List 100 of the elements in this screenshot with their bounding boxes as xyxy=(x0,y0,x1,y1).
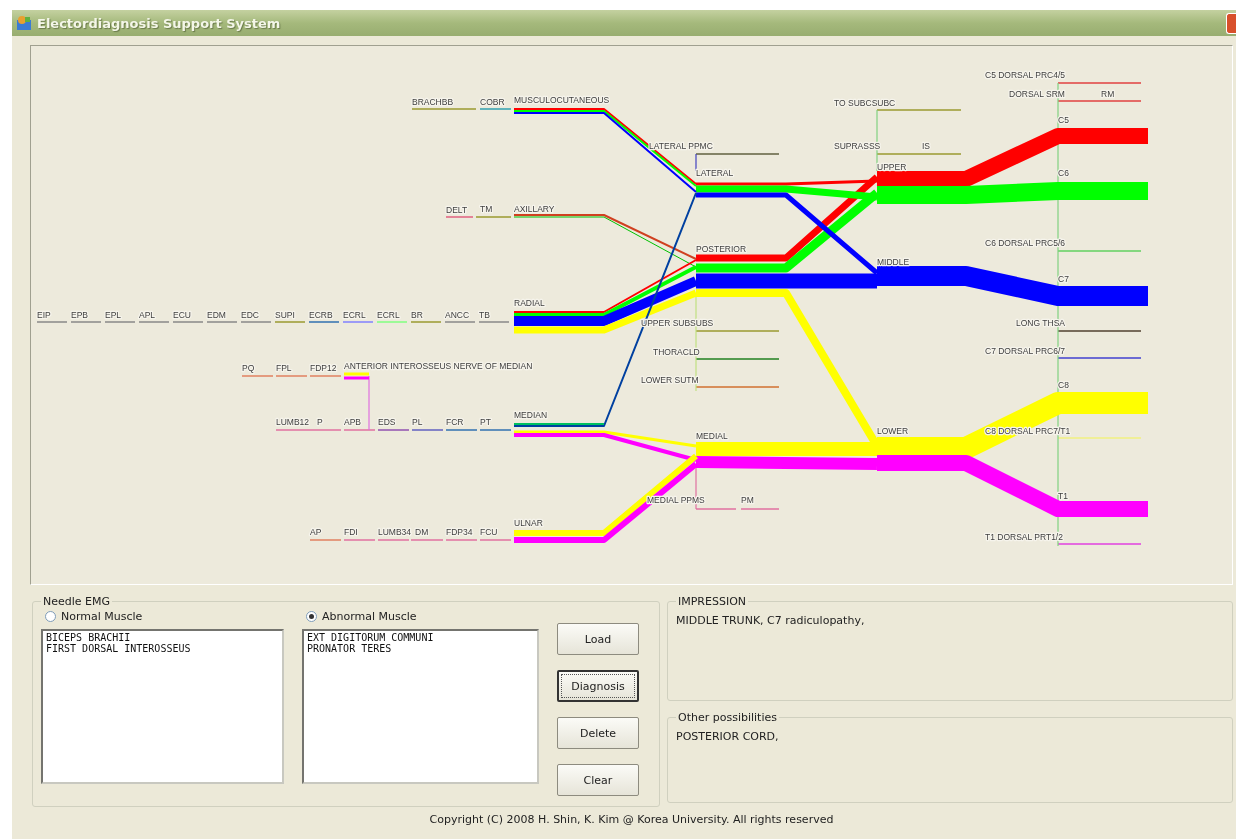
nerve-label: FCU xyxy=(480,527,498,537)
nerve-label: C5 xyxy=(1058,115,1069,125)
app-icon xyxy=(16,15,32,31)
nerve-label: MEDIAN xyxy=(514,410,548,420)
branch-line xyxy=(342,321,374,323)
branch-line xyxy=(172,321,204,323)
branch-line xyxy=(695,508,737,510)
nerve-label: EPL xyxy=(105,310,122,320)
branch-line xyxy=(478,321,510,323)
branch-line xyxy=(740,508,780,510)
other-possibilities-text: POSTERIOR CORD, xyxy=(676,729,780,743)
nerve-label: ULNAR xyxy=(514,518,543,528)
connector-line xyxy=(876,109,878,172)
nerve-label: COBR xyxy=(480,97,505,107)
nerve-label: EDS xyxy=(378,417,396,427)
action-button[interactable]: Delete xyxy=(557,717,639,749)
action-button[interactable]: Load xyxy=(557,623,639,655)
nerve-label: LOWER SUTM xyxy=(641,375,699,385)
nerve-label: MIDDLE xyxy=(877,257,910,267)
nerve-label: TB xyxy=(479,310,490,320)
connector-line xyxy=(368,375,370,431)
muscle-list[interactable]: EXT DIGITORUM COMMUNI PRONATOR TERES xyxy=(302,629,539,784)
nerve-label: IS xyxy=(922,141,931,151)
nerve-label: DELT xyxy=(446,205,468,215)
nerve-label: APL xyxy=(139,310,156,320)
nerve-label: LATERAL PPMC xyxy=(649,141,713,151)
nerve-label: PM xyxy=(741,495,754,505)
nerve-label: C5 DORSAL PRC4/5 xyxy=(985,70,1065,80)
window-title: Electordiagnosis Support System xyxy=(37,15,281,31)
nerve-label: ECRB xyxy=(309,310,333,320)
branch-line xyxy=(479,108,512,110)
radio-option[interactable]: Normal Muscle xyxy=(41,610,284,623)
nerve-label: APB xyxy=(344,417,361,427)
nerve-label: SUPI xyxy=(275,310,295,320)
impression-text: MIDDLE TRUNK, C7 radiculopathy, xyxy=(676,613,866,627)
branch-line xyxy=(104,321,136,323)
nerve-label: FDP12 xyxy=(310,363,337,373)
nerve-label: C6 xyxy=(1058,168,1069,178)
nerve-label: C7 xyxy=(1058,274,1069,284)
copyright-text: Copyright (C) 2008 H. Shin, K. Kim @ Korea University. All rights reserved xyxy=(428,813,835,826)
nerve-label: LOWER xyxy=(877,426,909,436)
nerve-label: PQ xyxy=(242,363,255,373)
nerve-label: ECRL xyxy=(377,310,400,320)
nerve-label: RM xyxy=(1101,89,1115,99)
nerve-label: UPPER xyxy=(877,162,907,172)
nerve-label: PT xyxy=(480,417,491,427)
nerve-label: C8 xyxy=(1058,380,1069,390)
nerve-label: EPB xyxy=(71,310,88,320)
branch-line xyxy=(274,321,306,323)
nerve-label: T1 DORSAL PRT1/2 xyxy=(985,532,1063,542)
nerve-label: FDI xyxy=(344,527,358,537)
nerve-label: SUPRASSS xyxy=(834,141,881,151)
nerve-label: AXILLARY xyxy=(514,204,555,214)
branch-line xyxy=(138,321,170,323)
nerve-label: T1 xyxy=(1058,491,1068,501)
nerve-label: RADIAL xyxy=(514,298,545,308)
branch-line xyxy=(444,321,476,323)
branch-line xyxy=(376,321,408,323)
branch-line xyxy=(36,321,68,323)
nerve-label: MUSCULOCUTANEOUS xyxy=(514,95,610,105)
radio-option[interactable]: Abnormal Muscle xyxy=(302,610,539,623)
muscle-list[interactable]: BICEPS BRACHII FIRST DORSAL INTEROSSEUS xyxy=(41,629,284,784)
nerve-label: ECRL xyxy=(343,310,366,320)
nerve-label: FDP34 xyxy=(446,527,473,537)
nerve-label: BR xyxy=(411,310,423,320)
branch-line xyxy=(240,321,272,323)
branch-line xyxy=(206,321,238,323)
nerve-label: TO SUBCSUBC xyxy=(834,98,896,108)
nerve-label: ANTERIOR INTEROSSEUS NERVE OF MEDIAN xyxy=(344,361,533,371)
branch-line xyxy=(308,321,340,323)
nerve-label: DORSAL SRM xyxy=(1009,89,1065,99)
nerve-label: ECU xyxy=(173,310,191,320)
nerve-label: C7 DORSAL PRC6/7 xyxy=(985,346,1065,356)
nerve-label: EDC xyxy=(241,310,259,320)
group-title: Needle EMG xyxy=(42,595,112,608)
nerve-label: PL xyxy=(412,417,423,427)
nerve-label: BRACHBB xyxy=(412,97,454,107)
group-title: Other possibilities xyxy=(677,711,778,724)
list-item[interactable]: BICEPS BRACHII xyxy=(46,632,279,643)
nerve-label: THORACLD xyxy=(653,347,700,357)
nerve-label: ANCC xyxy=(445,310,470,320)
branch-line xyxy=(410,321,442,323)
nerve-label: TM xyxy=(480,204,493,214)
nerve-label: MEDIAL xyxy=(696,431,728,441)
group-title: IMPRESSION xyxy=(677,595,748,608)
nerve-label: LATERAL xyxy=(696,168,734,178)
nerve-label: EDM xyxy=(207,310,226,320)
nerve-label: FPL xyxy=(276,363,292,373)
action-button[interactable]: Diagnosis xyxy=(557,670,639,702)
nerve-label: EIP xyxy=(37,310,51,320)
close-button[interactable] xyxy=(1226,12,1236,34)
nerve-label: LONG THSA xyxy=(1016,318,1065,328)
action-button[interactable]: Clear xyxy=(557,764,639,796)
nerve-label: FCR xyxy=(446,417,464,427)
branch-line xyxy=(411,108,477,110)
list-item[interactable]: PRONATOR TERES xyxy=(307,643,534,654)
nerve-label: DM xyxy=(415,527,429,537)
list-item[interactable]: FIRST DORSAL INTEROSSEUS xyxy=(46,643,279,654)
connector-line xyxy=(695,465,697,510)
list-item[interactable]: EXT DIGITORUM COMMUNI xyxy=(307,632,534,643)
